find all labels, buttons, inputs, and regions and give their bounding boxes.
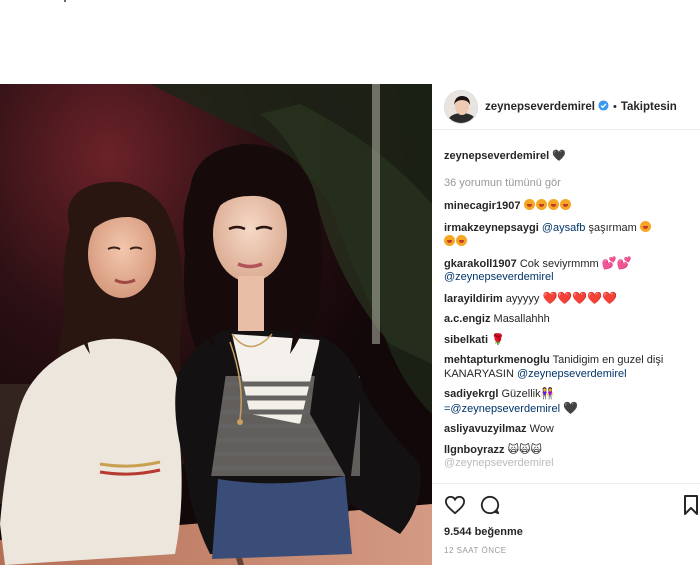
post-timestamp: 12 SAAT ÖNCE [444, 546, 507, 555]
comment-mention[interactable]: @zeynepseverdemirel [444, 457, 554, 469]
comment-text: Masallahhh [493, 313, 550, 325]
comment-text: şaşırmam [585, 221, 637, 234]
heart-eyes-emoji-icon [547, 199, 559, 210]
comment-username[interactable]: gkarakoll1907 [444, 258, 517, 270]
comment-item: llgnboyrazz 🙀🙀🙀 @zeynepseverdemirel [444, 444, 696, 471]
post-header: zeynepseverdemirel • Takiptesin [432, 84, 700, 130]
comment-text: ayyyyy [505, 292, 540, 305]
caption: zeynepseverdemirel 🖤 [444, 150, 696, 164]
comment-username[interactable]: mehtapturkmenoglu [444, 354, 550, 366]
comment-item: asliyavuzyilmaz Wow [444, 423, 696, 437]
comment-bubble-icon[interactable] [480, 495, 500, 520]
comment-item: irmakzeynepsaygi @aysafb şaşırmam [444, 220, 696, 250]
comment-item: a.c.engiz Masallahhh [444, 313, 696, 327]
bookmark-icon[interactable] [684, 495, 698, 520]
comment-item: minecagir1907 [444, 199, 696, 214]
comment-mention[interactable]: @aysafb [542, 222, 586, 234]
comment-username[interactable]: sadiyekrgl [444, 388, 498, 400]
comment-item: sadiyekrgl Güzellik👭 =@zeynepseverdemire… [444, 388, 696, 416]
comment-username[interactable]: a.c.engiz [444, 313, 490, 325]
comment-item: sibelkati 🌹 [444, 334, 696, 348]
black-heart-emoji: 🖤 [563, 400, 579, 415]
heart-eyes-emoji-icon [559, 199, 571, 210]
comment-item: larayildirim ayyyyy ❤️❤️❤️❤️❤️ [444, 290, 696, 307]
comments-list: zeynepseverdemirel 🖤 36 yorumun tümünü g… [444, 150, 696, 478]
avatar-image [445, 90, 477, 123]
red-hearts-emoji: ❤️❤️❤️❤️❤️ [542, 290, 618, 305]
caption-username[interactable]: zeynepseverdemirel [444, 150, 549, 162]
smile-emoji-icon [639, 220, 651, 232]
comment-username[interactable]: irmakzeynepsaygi [444, 222, 539, 234]
comment-text: 🙀🙀🙀 [507, 443, 542, 456]
heart-eyes-emoji-icon [456, 235, 467, 246]
view-all-comments-link[interactable]: 36 yorumun tümünü gör [444, 177, 696, 191]
comment-username[interactable]: larayildirim [444, 293, 503, 305]
photo-illustration [0, 84, 432, 565]
author-avatar[interactable] [444, 89, 478, 124]
heart-eyes-emoji-icon [444, 235, 455, 246]
comment-text: Cok seviyrmmm [519, 257, 599, 270]
caption-text: 🖤 [552, 150, 566, 162]
heart-outline-icon[interactable] [444, 495, 466, 520]
author-username-link[interactable]: zeynepseverdemirel [485, 101, 595, 113]
comment-username[interactable]: sibelkati [444, 334, 488, 346]
comment-item: mehtapturkmenoglu Tanidigim en guzel diş… [444, 354, 696, 381]
heart-eyes-emoji-icon [535, 199, 547, 210]
rose-emoji: 🌹 [491, 333, 505, 346]
header-separator: • [612, 100, 617, 113]
post-side-panel: zeynepseverdemirel • Takiptesin zeynepse… [432, 84, 700, 565]
heart-emoji-icon: 💕💕 [601, 255, 632, 270]
following-button[interactable]: Takiptesin [621, 101, 677, 113]
comment-username[interactable]: llgnboyrazz [444, 444, 505, 456]
comment-item: gkarakoll1907 Cok seviyrmmm 💕💕 @zeynepse… [444, 255, 696, 285]
post-photo[interactable] [0, 84, 432, 565]
heart-eyes-emoji-icon [523, 199, 535, 210]
like-count[interactable]: 9.544 beğenme [444, 526, 523, 538]
post-actions: 9.544 beğenme 12 SAAT ÖNCE [432, 483, 700, 565]
comment-username[interactable]: asliyavuzyilmaz [444, 423, 527, 435]
verified-badge-icon [598, 98, 609, 116]
top-dot [64, 0, 66, 2]
comment-mention[interactable]: @zeynepseverdemirel [444, 271, 554, 283]
comment-text: Wow [529, 423, 554, 435]
comment-username[interactable]: minecagir1907 [444, 200, 520, 212]
emoji-group [523, 199, 572, 212]
comment-mention[interactable]: =@zeynepseverdemirel [444, 403, 560, 415]
comment-mention[interactable]: @zeynepseverdemirel [517, 368, 627, 380]
comment-text: Güzellik👭 [501, 388, 555, 400]
